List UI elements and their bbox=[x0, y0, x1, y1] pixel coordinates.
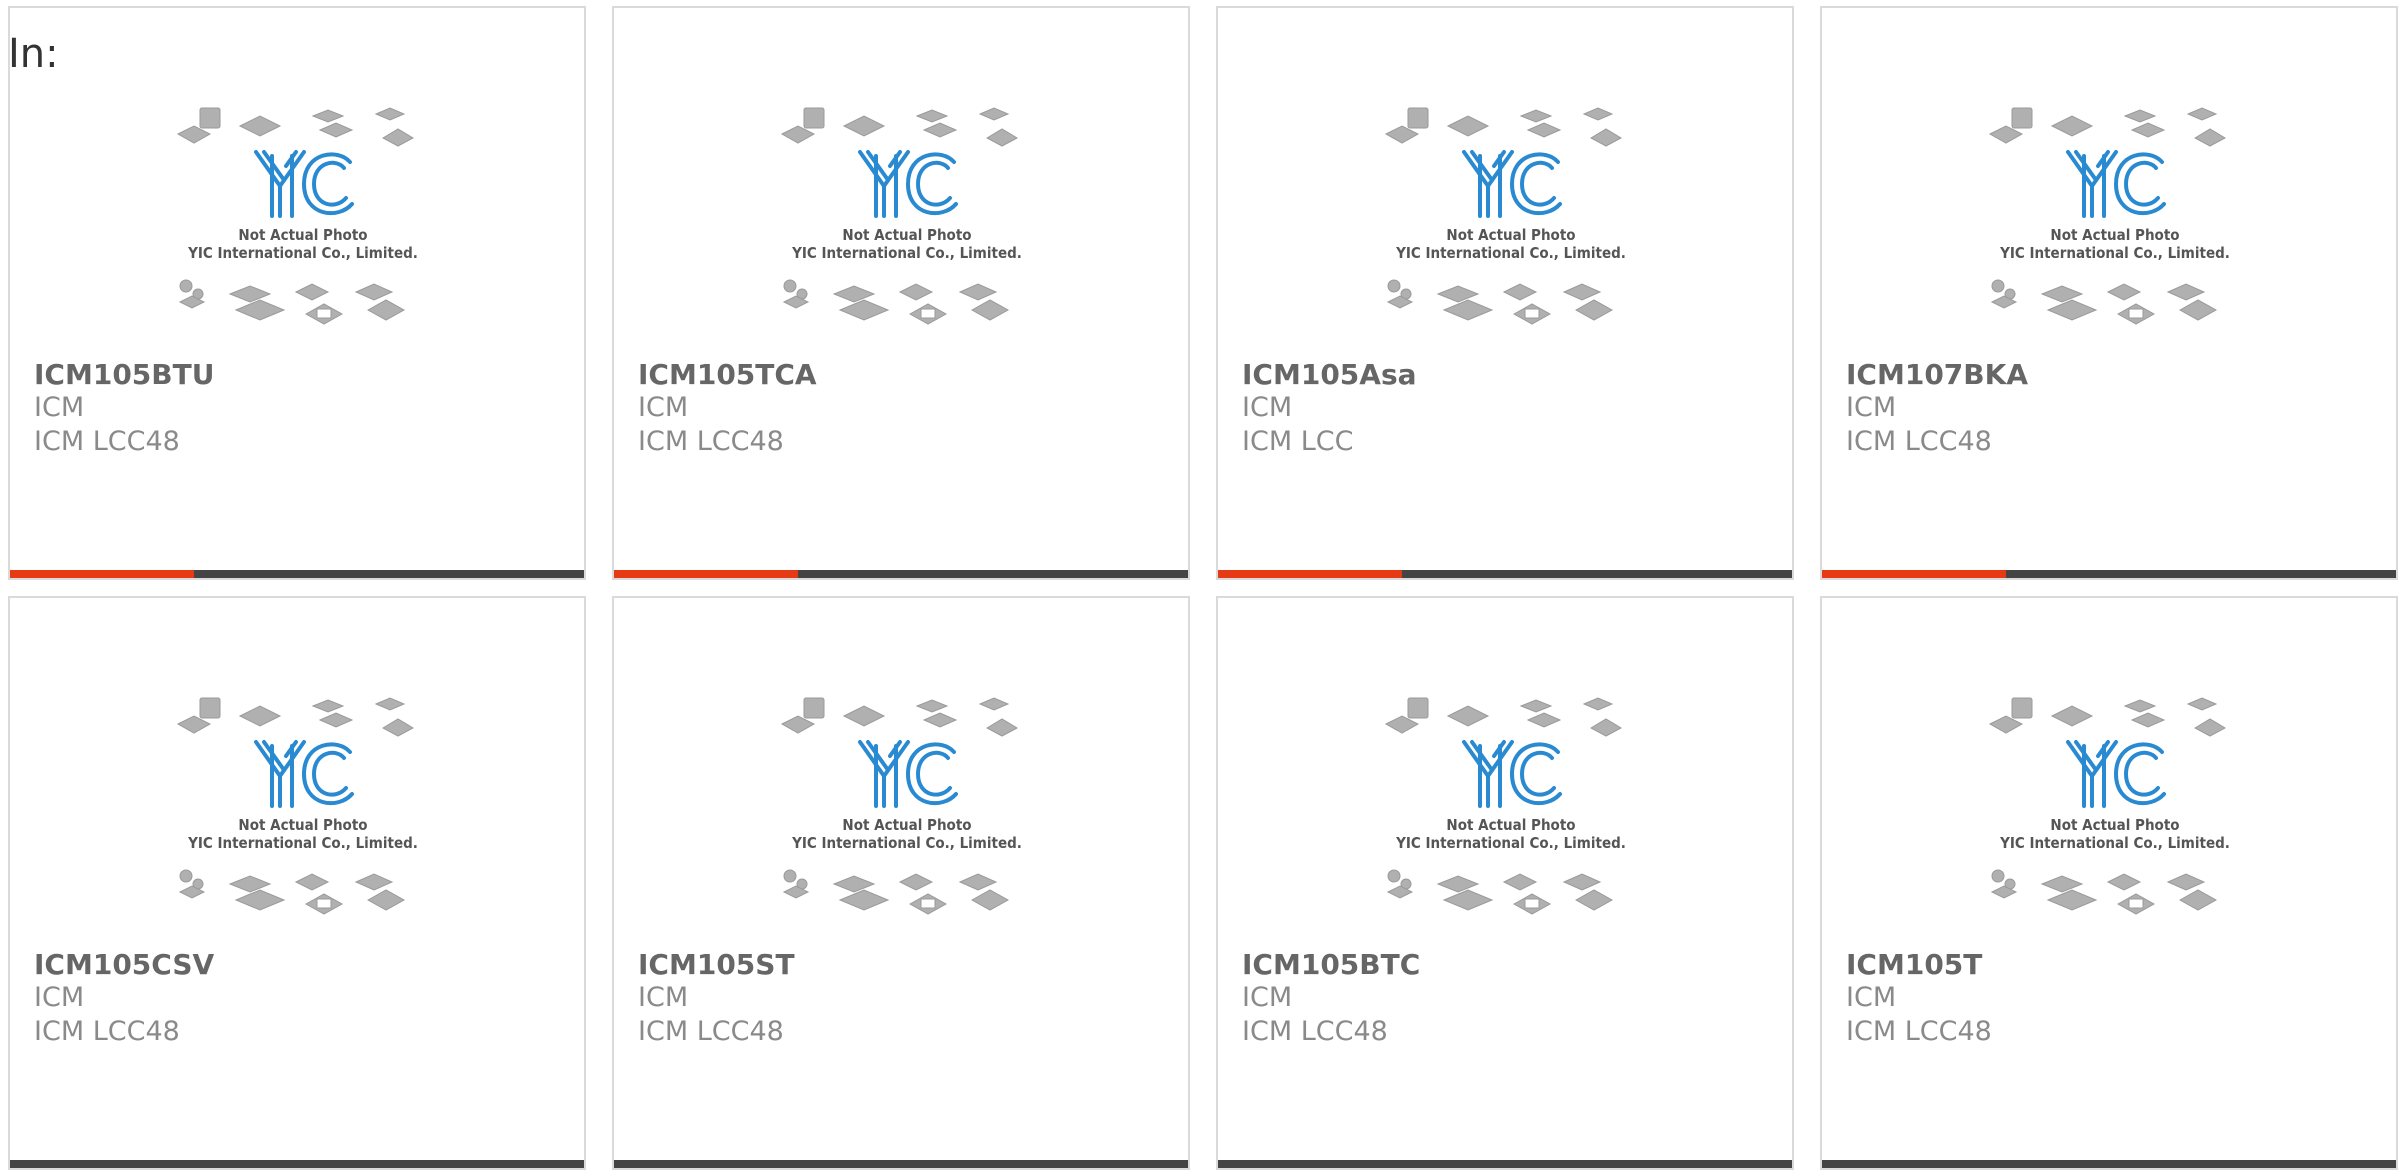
card-progress-fill bbox=[614, 570, 798, 578]
product-package: ICM LCC48 bbox=[34, 1016, 180, 1047]
product-brand: ICM bbox=[1846, 392, 1897, 423]
chip-icons-bottom bbox=[1990, 869, 2218, 915]
product-brand: ICM bbox=[638, 982, 689, 1013]
card-progress-fill bbox=[1218, 570, 1402, 578]
photo-caption-2: YIC International Co., Limited. bbox=[791, 244, 1022, 262]
product-part-number[interactable]: ICM105BTC bbox=[1242, 948, 1420, 981]
product-grid: In: Not Actual Photo YIC International C… bbox=[0, 0, 2400, 1170]
photo-caption-1: Not Actual Photo bbox=[2050, 816, 2179, 834]
yic-logo-icon bbox=[254, 150, 354, 218]
product-photo: Not Actual Photo YIC International Co., … bbox=[176, 107, 418, 325]
photo-caption-1: Not Actual Photo bbox=[1446, 226, 1575, 244]
product-part-number[interactable]: ICM107BKA bbox=[1846, 358, 2028, 391]
card-progress-bar bbox=[614, 570, 1188, 578]
card-progress-bar bbox=[1218, 1160, 1792, 1168]
product-package: ICM LCC48 bbox=[638, 426, 784, 457]
chip-icons-top bbox=[780, 697, 1019, 737]
product-photo: Not Actual Photo YIC International Co., … bbox=[1988, 697, 2230, 915]
product-part-number[interactable]: ICM105ST bbox=[638, 948, 795, 981]
product-part-number[interactable]: ICM105BTU bbox=[34, 358, 214, 391]
in-label: In: bbox=[8, 31, 59, 77]
photo-caption-2: YIC International Co., Limited. bbox=[187, 244, 418, 262]
product-photo: Not Actual Photo YIC International Co., … bbox=[780, 107, 1022, 325]
chip-icons-top bbox=[176, 697, 415, 737]
card-progress-fill bbox=[10, 570, 194, 578]
card-progress-bar bbox=[1218, 570, 1792, 578]
product-card[interactable]: Not Actual Photo YIC International Co., … bbox=[612, 596, 1190, 1170]
product-package: ICM LCC48 bbox=[1846, 1016, 1992, 1047]
product-part-number[interactable]: ICM105T bbox=[1846, 948, 1982, 981]
chip-icons-bottom bbox=[1990, 279, 2218, 325]
product-photo: Not Actual Photo YIC International Co., … bbox=[1988, 107, 2230, 325]
photo-caption-2: YIC International Co., Limited. bbox=[1999, 244, 2230, 262]
product-brand: ICM bbox=[638, 392, 689, 423]
product-part-number[interactable]: ICM105CSV bbox=[34, 948, 214, 981]
chip-icons-bottom bbox=[782, 279, 1010, 325]
card-progress-bar bbox=[1822, 570, 2396, 578]
yic-logo-icon bbox=[1462, 150, 1562, 218]
product-photo: Not Actual Photo YIC International Co., … bbox=[1384, 107, 1626, 325]
product-package: ICM LCC48 bbox=[638, 1016, 784, 1047]
photo-caption-1: Not Actual Photo bbox=[238, 816, 367, 834]
yic-logo-icon bbox=[2066, 740, 2166, 808]
photo-caption-2: YIC International Co., Limited. bbox=[1395, 244, 1626, 262]
yic-logo-icon bbox=[2066, 150, 2166, 218]
photo-caption-1: Not Actual Photo bbox=[2050, 226, 2179, 244]
product-card[interactable]: Not Actual Photo YIC International Co., … bbox=[1820, 596, 2398, 1170]
card-progress-bar bbox=[1822, 1160, 2396, 1168]
chip-icons-bottom bbox=[782, 869, 1010, 915]
product-photo: Not Actual Photo YIC International Co., … bbox=[176, 697, 418, 915]
product-brand: ICM bbox=[1242, 392, 1293, 423]
product-photo: Not Actual Photo YIC International Co., … bbox=[780, 697, 1022, 915]
yic-logo-icon bbox=[858, 150, 958, 218]
photo-caption-1: Not Actual Photo bbox=[842, 816, 971, 834]
product-brand: ICM bbox=[1846, 982, 1897, 1013]
product-package: ICM LCC48 bbox=[1846, 426, 1992, 457]
chip-icons-bottom bbox=[1386, 869, 1614, 915]
chip-icons-top bbox=[1384, 107, 1623, 147]
product-brand: ICM bbox=[1242, 982, 1293, 1013]
card-progress-fill bbox=[1822, 570, 2006, 578]
card-progress-bar bbox=[10, 1160, 584, 1168]
product-card[interactable]: Not Actual Photo YIC International Co., … bbox=[1216, 6, 1794, 580]
product-card[interactable]: Not Actual Photo YIC International Co., … bbox=[8, 596, 586, 1170]
chip-icons-top bbox=[1988, 697, 2227, 737]
chip-icons-top bbox=[1384, 697, 1623, 737]
photo-caption-2: YIC International Co., Limited. bbox=[187, 834, 418, 852]
chip-icons-bottom bbox=[178, 869, 406, 915]
photo-caption-1: Not Actual Photo bbox=[238, 226, 367, 244]
chip-icons-top bbox=[1988, 107, 2227, 147]
product-brand: ICM bbox=[34, 982, 85, 1013]
product-package: ICM LCC48 bbox=[34, 426, 180, 457]
chip-icons-top bbox=[176, 107, 415, 147]
photo-caption-2: YIC International Co., Limited. bbox=[791, 834, 1022, 852]
product-card[interactable]: Not Actual Photo YIC International Co., … bbox=[612, 6, 1190, 580]
card-progress-bar bbox=[10, 570, 584, 578]
photo-caption-2: YIC International Co., Limited. bbox=[1395, 834, 1626, 852]
product-card[interactable]: Not Actual Photo YIC International Co., … bbox=[1216, 596, 1794, 1170]
product-package: ICM LCC bbox=[1242, 426, 1354, 457]
photo-caption-1: Not Actual Photo bbox=[842, 226, 971, 244]
product-card[interactable]: Not Actual Photo YIC International Co., … bbox=[8, 6, 586, 580]
photo-caption-1: Not Actual Photo bbox=[1446, 816, 1575, 834]
chip-icons-top bbox=[780, 107, 1019, 147]
product-part-number[interactable]: ICM105TCA bbox=[638, 358, 817, 391]
product-package: ICM LCC48 bbox=[1242, 1016, 1388, 1047]
chip-icons-bottom bbox=[178, 279, 406, 325]
chip-icons-bottom bbox=[1386, 279, 1614, 325]
product-brand: ICM bbox=[34, 392, 85, 423]
yic-logo-icon bbox=[1462, 740, 1562, 808]
product-part-number[interactable]: ICM105Asa bbox=[1242, 358, 1417, 391]
photo-caption-2: YIC International Co., Limited. bbox=[1999, 834, 2230, 852]
card-progress-bar bbox=[614, 1160, 1188, 1168]
yic-logo-icon bbox=[858, 740, 958, 808]
product-photo: Not Actual Photo YIC International Co., … bbox=[1384, 697, 1626, 915]
yic-logo-icon bbox=[254, 740, 354, 808]
product-card[interactable]: Not Actual Photo YIC International Co., … bbox=[1820, 6, 2398, 580]
